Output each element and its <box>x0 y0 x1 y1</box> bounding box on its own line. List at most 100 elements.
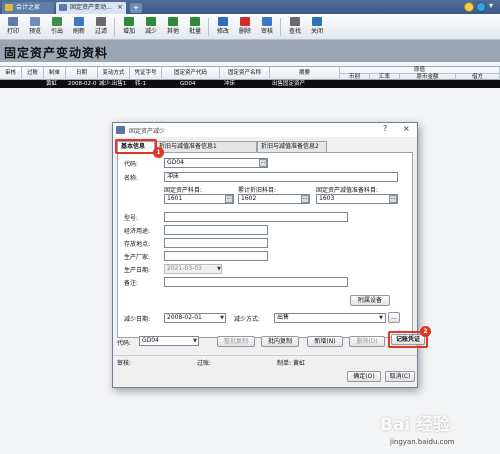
batch-button[interactable]: 批量 <box>184 16 206 38</box>
ok-button[interactable]: 确定(O) <box>347 371 381 382</box>
lookup-icon[interactable]: ⋯ <box>389 195 397 203</box>
watermark-url: jingyan.baidu.com <box>390 438 455 446</box>
filter-icon <box>96 17 106 26</box>
post-label: 过账: <box>197 360 212 367</box>
whole-copy-button[interactable]: 整批复制 <box>217 336 255 347</box>
lookup-icon[interactable]: ⋯ <box>301 195 309 203</box>
cell-voucher-no: 转-1 <box>135 81 146 87</box>
remark-label: 备注: <box>124 280 139 287</box>
dialog-titlebar: 固定资产减少 ? × <box>113 123 417 137</box>
lookup-icon[interactable]: ⋯ <box>225 195 233 203</box>
delete-icon <box>240 17 250 26</box>
maker-field[interactable] <box>164 251 268 261</box>
col-header-asset-name[interactable]: 固定资产名称 <box>220 67 270 80</box>
dialog-close-icon[interactable]: × <box>403 124 410 133</box>
document-icon <box>59 4 67 11</box>
remark-field[interactable] <box>164 277 348 287</box>
impair-account-field[interactable]: 1603 <box>316 194 398 204</box>
export-icon <box>52 17 62 26</box>
filter-button[interactable]: 过滤 <box>90 16 112 38</box>
delete-record-button[interactable]: 删除(D) <box>349 336 385 347</box>
maker-status-value: 黄虹 <box>293 360 306 367</box>
prod-date-field: 2021-03-03 <box>164 264 222 274</box>
print-button[interactable]: 打印 <box>2 16 24 38</box>
name-field[interactable]: 冲床 <box>164 172 398 182</box>
chevron-down-icon[interactable]: ▾ <box>489 1 493 10</box>
add-icon <box>124 17 134 26</box>
cell-maker: 黄虹 <box>46 81 58 87</box>
reduce-date-field[interactable]: 2008-02-01 <box>164 313 226 323</box>
table-row[interactable]: 黄虹 2008-02-0 减少:出售1 转-1 GD04 冲床 出售固定资产 <box>0 80 500 88</box>
code-field[interactable]: GD04 <box>164 158 268 168</box>
edit-button[interactable]: 修改 <box>212 16 234 38</box>
toolbar-divider <box>208 18 209 36</box>
add-tab-button[interactable]: + <box>130 3 142 13</box>
reduce-button[interactable]: 减少 <box>140 16 162 38</box>
chevron-down-icon[interactable]: ▼ <box>218 314 226 322</box>
reduce-method-label: 减少方式: <box>234 316 261 323</box>
highlight-box <box>115 139 157 154</box>
col-header-post[interactable]: 过账 <box>22 67 44 80</box>
lookup-icon[interactable]: ⋯ <box>259 159 267 167</box>
export-button[interactable]: 引出 <box>46 16 68 38</box>
model-field[interactable] <box>164 212 348 222</box>
delete-button[interactable]: 删除 <box>234 16 256 38</box>
maker-label: 生产厂家: <box>124 254 151 261</box>
asset-account-label: 固定资产科目: <box>164 187 203 194</box>
col-header-maker[interactable]: 制单 <box>44 67 66 80</box>
usage-field[interactable] <box>164 225 268 235</box>
col-header-audit[interactable]: 审核 <box>0 67 22 80</box>
tab-fixed-asset-change[interactable]: 固定资产变动... × <box>56 2 126 14</box>
reduce-method-field[interactable]: 出售 <box>274 313 386 323</box>
col-header-date[interactable]: 日期 <box>66 67 98 80</box>
chevron-down-icon[interactable]: ▼ <box>377 314 385 322</box>
depr-account-field[interactable]: 1602 <box>238 194 310 204</box>
col-header-summary[interactable]: 摘要 <box>270 67 340 80</box>
globe-icon[interactable] <box>476 2 486 12</box>
batch-icon <box>190 17 200 26</box>
cell-post <box>24 80 44 88</box>
reduce-date-label: 减少日期: <box>124 316 151 323</box>
chevron-down-icon: ▼ <box>217 266 221 272</box>
audit-button[interactable]: 审核 <box>256 16 278 38</box>
col-header-change-method[interactable]: 变动方式 <box>98 67 130 80</box>
tab-depreciation-info-1[interactable]: 折旧与减值准备信息1 <box>155 141 257 152</box>
asset-account-field[interactable]: 1601 <box>164 194 234 204</box>
find-button[interactable]: 查找 <box>284 16 306 38</box>
tab-label: 会计之家 <box>16 4 41 11</box>
tab-close-icon[interactable]: × <box>117 2 123 13</box>
bottom-code-field[interactable]: GD04 <box>139 336 199 346</box>
location-label: 存放地点: <box>124 241 151 248</box>
smiley-icon[interactable] <box>464 2 474 12</box>
tab-accounting-home[interactable]: 会计之家 <box>2 2 54 14</box>
prod-date-label: 生产日期: <box>124 267 151 274</box>
new-button[interactable]: 新增(N) <box>307 336 343 347</box>
help-icon[interactable]: ? <box>383 124 387 133</box>
tab-depreciation-info-2[interactable]: 折旧与减值准备信息2 <box>257 141 327 152</box>
refresh-icon <box>74 17 84 26</box>
col-header-voucher-no[interactable]: 凭证字号 <box>130 67 162 80</box>
audit-icon <box>262 17 272 26</box>
attached-equipment-button[interactable]: 附属设备 <box>350 295 390 306</box>
batch-copy-button[interactable]: 批内复制 <box>261 336 299 347</box>
add-button[interactable]: 增加 <box>118 16 140 38</box>
grid-header: 审核 过账 制单 日期 变动方式 凭证字号 固定资产代码 固定资产名称 摘要 原… <box>0 66 500 80</box>
col-header-asset-code[interactable]: 固定资产代码 <box>162 67 220 80</box>
name-label: 名称: <box>124 175 139 182</box>
preview-icon <box>30 17 40 26</box>
page-title: 固定资产变动资料 <box>4 46 109 60</box>
close-button[interactable]: 关闭 <box>306 16 328 38</box>
more-button[interactable]: ... <box>388 312 400 323</box>
refresh-button[interactable]: 刷新 <box>68 16 90 38</box>
dialog-title: 固定资产减少 <box>129 128 166 135</box>
cancel-button[interactable]: 取消(C) <box>385 371 415 382</box>
preview-button[interactable]: 预览 <box>24 16 46 38</box>
close-icon <box>312 17 322 26</box>
location-field[interactable] <box>164 238 268 248</box>
watermark-logo: Bai 经验 <box>380 415 451 435</box>
toolbar: 打印 预览 引出 刷新 过滤 增加 减少 其他 批量 修改 删除 审核 查找 关… <box>0 14 500 40</box>
chevron-down-icon[interactable]: ▼ <box>191 337 199 345</box>
other-button[interactable]: 其他 <box>162 16 184 38</box>
usage-label: 经济用途: <box>124 228 151 235</box>
edit-icon <box>218 17 228 26</box>
